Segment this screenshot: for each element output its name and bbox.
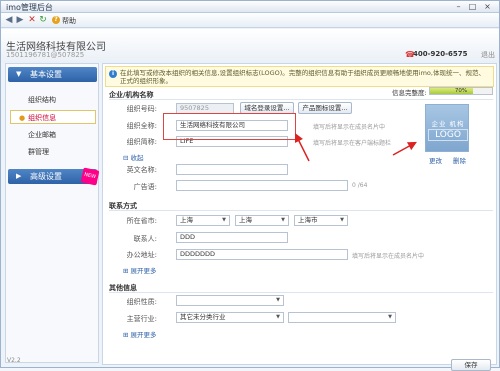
divider xyxy=(109,99,493,100)
version-label: V2.2 xyxy=(7,357,21,364)
app-window: imo管理后台 – □ × ◀ ▶ ✕ ↻ ? 帮助 生活网络科技有限公司 15… xyxy=(0,0,500,371)
sidebar-basic-title: 基本设置 xyxy=(30,70,62,79)
sidebar-advanced-settings[interactable]: ▶ 高级设置 NEW xyxy=(8,167,100,186)
stop-icon[interactable]: ✕ xyxy=(27,15,37,25)
province-label: 所在省市: xyxy=(126,217,157,225)
org-nature-select[interactable]: ▼ xyxy=(176,295,284,306)
district-select[interactable]: 上海市 ▼ xyxy=(294,215,348,226)
logo-placeholder-text: 企业 机构 xyxy=(431,120,465,128)
slogan-counter: 0 /64 xyxy=(352,182,368,189)
chevron-down-icon: ▼ xyxy=(388,314,392,320)
back-icon[interactable]: ◀ xyxy=(4,15,14,25)
logo-delete-link[interactable]: 删除 xyxy=(453,155,466,165)
close-button[interactable]: × xyxy=(482,2,493,11)
main-panel: i 在此填写或修改本组织的相关信息,设置组织标志(LOGO)。完整的组织信息有助… xyxy=(102,63,497,371)
toolbar: ◀ ▶ ✕ ↻ ? 帮助 xyxy=(1,13,499,28)
chevron-down-icon: ▼ xyxy=(281,217,285,223)
minus-icon: ⊟ xyxy=(123,154,129,162)
sidebar: ▼ 基本设置 组织结构 ● 组织信息 企业邮箱 群管理 ▶ 高级设置 NEW xyxy=(5,63,100,363)
product-icon-button[interactable]: 产品图标设置... xyxy=(298,102,352,114)
sidebar-item-label: 组织信息 xyxy=(28,114,57,122)
divider xyxy=(109,210,493,211)
save-button[interactable]: 保存 xyxy=(451,359,491,371)
help-link[interactable]: 帮助 xyxy=(62,16,76,26)
maximize-button[interactable]: □ xyxy=(467,2,478,11)
logout-link[interactable]: 退出 xyxy=(481,50,495,60)
office-address-label: 办公地址: xyxy=(126,251,157,259)
org-nature-label: 组织性质: xyxy=(126,298,157,306)
industry-select[interactable]: 其它未分类行业 ▼ xyxy=(176,312,284,323)
logo-preview: 企业 机构 LOGO xyxy=(425,104,469,152)
english-name-input[interactable] xyxy=(176,164,288,175)
window-title: imo管理后台 xyxy=(6,3,53,12)
slogan-label: 广告语: xyxy=(133,183,157,191)
chevron-down-icon: ▼ xyxy=(222,217,226,223)
org-id-label: 组织号码: xyxy=(126,105,157,113)
chevron-down-icon: ▼ xyxy=(340,217,344,223)
new-badge: NEW xyxy=(80,167,100,186)
sidebar-advanced-title: 高级设置 xyxy=(30,172,62,181)
org-shortname-label: 组织简称: xyxy=(126,138,157,146)
active-dot-icon: ● xyxy=(19,114,26,122)
chevron-down-icon: ▼ xyxy=(16,70,22,78)
contact-person-input[interactable]: DDD xyxy=(176,232,288,243)
chevron-down-icon: ▼ xyxy=(276,297,280,303)
fullname-hint: 填写后将显示在成员名片中 xyxy=(313,124,386,131)
slogan-input[interactable] xyxy=(176,180,348,191)
shortname-hint: 填写后将显示在客户端标题栏 xyxy=(313,140,392,147)
header: 生活网络科技有限公司 1501196781@507825 ☎ 400-920-6… xyxy=(1,29,499,63)
collapse-link[interactable]: ⊟ 收起 xyxy=(123,152,143,162)
plus-icon: ⊞ xyxy=(123,267,129,275)
sidebar-item-org-structure[interactable]: 组织结构 xyxy=(28,95,56,105)
refresh-icon[interactable]: ↻ xyxy=(38,15,48,25)
contact-expand-link[interactable]: ⊞ 展开更多 xyxy=(123,265,156,275)
org-fullname-label: 组织全称: xyxy=(126,122,157,130)
logo-placeholder-logo: LOGO xyxy=(428,129,468,141)
province-select[interactable]: 上海 ▼ xyxy=(176,215,230,226)
account-id: 1501196781@507825 xyxy=(6,51,85,59)
completeness-progress: 70% xyxy=(429,87,493,95)
industry-sub-select[interactable]: ▼ xyxy=(288,312,396,323)
sidebar-item-email[interactable]: 企业邮箱 xyxy=(28,130,56,140)
info-icon: i xyxy=(109,70,117,78)
other-expand-link[interactable]: ⊞ 展开更多 xyxy=(123,329,156,339)
chevron-right-icon: ▶ xyxy=(16,172,22,180)
english-name-label: 英文名称: xyxy=(126,166,157,174)
help-icon[interactable]: ? xyxy=(52,16,60,24)
sidebar-basic-settings[interactable]: ▼ 基本设置 xyxy=(8,67,97,82)
minimize-button[interactable]: – xyxy=(453,2,464,11)
phone-number: 400-920-6575 xyxy=(413,50,468,58)
contact-person-label: 联系人: xyxy=(133,235,157,243)
chevron-down-icon: ▼ xyxy=(276,314,280,320)
info-notice: i 在此填写或修改本组织的相关信息,设置组织标志(LOGO)。完整的组织信息有助… xyxy=(105,66,494,87)
logo-change-link[interactable]: 更改 xyxy=(429,155,442,165)
sidebar-item-group[interactable]: 群管理 xyxy=(28,147,49,157)
progress-percent: 70% xyxy=(454,88,468,94)
title-bar: imo管理后台 – □ × xyxy=(1,1,499,13)
notice-text: 在此填写或修改本组织的相关信息,设置组织标志(LOGO)。完整的组织信息有助于组… xyxy=(120,69,485,85)
divider xyxy=(109,292,493,293)
office-address-input[interactable]: DDDDDDD xyxy=(176,249,348,260)
industry-label: 主营行业: xyxy=(126,315,157,323)
city-select[interactable]: 上海 ▼ xyxy=(235,215,289,226)
completeness-label: 信息完整度: xyxy=(392,89,427,97)
forward-icon[interactable]: ▶ xyxy=(15,15,25,25)
highlight-box xyxy=(163,113,296,140)
sidebar-item-org-info[interactable]: ● 组织信息 xyxy=(10,110,96,124)
address-hint: 填写后将显示在成员名片中 xyxy=(352,253,425,260)
plus-icon: ⊞ xyxy=(123,331,129,339)
